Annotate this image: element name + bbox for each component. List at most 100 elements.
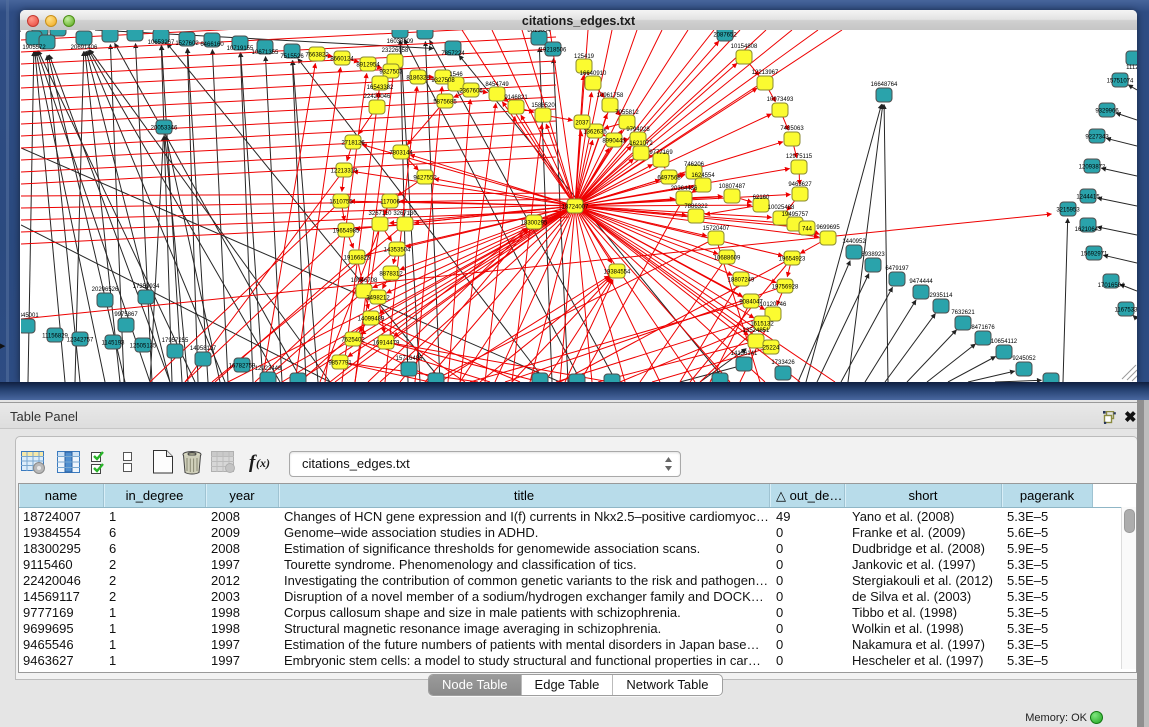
svg-text:15692971: 15692971 <box>1081 252 1108 258</box>
svg-text:12342757: 12342757 <box>67 338 94 344</box>
svg-text:19218506: 19218506 <box>540 48 567 54</box>
svg-text:16782759: 16782759 <box>229 364 256 370</box>
svg-text:1167533: 1167533 <box>1115 308 1137 314</box>
svg-text:746206: 746206 <box>684 162 705 168</box>
svg-text:23226058: 23226058 <box>382 48 409 54</box>
svg-text:10154808: 10154808 <box>731 44 758 50</box>
svg-text:8454749: 8454749 <box>485 82 509 88</box>
svg-text:16648764: 16648764 <box>871 82 898 88</box>
svg-text:16543382: 16543382 <box>367 85 394 91</box>
svg-text:1733426: 1733426 <box>771 360 795 366</box>
svg-text:1615132: 1615132 <box>750 322 774 328</box>
svg-text:8813054: 8813054 <box>527 30 551 34</box>
svg-text:17359934: 17359934 <box>133 284 160 290</box>
svg-text:15720407: 15720407 <box>703 226 730 232</box>
svg-text:11156829: 11156829 <box>42 334 68 340</box>
svg-text:1362635: 1362635 <box>583 130 607 136</box>
svg-text:9794028: 9794028 <box>626 127 650 133</box>
svg-text:9146821: 9146821 <box>504 95 528 101</box>
svg-text:10807487: 10807487 <box>719 184 746 190</box>
svg-text:2367606: 2367606 <box>459 89 483 95</box>
svg-text:11122: 11122 <box>1126 65 1137 71</box>
svg-text:16640910: 16640910 <box>580 71 607 77</box>
svg-text:9227343: 9227343 <box>1085 135 1109 141</box>
svg-text:2935114: 2935114 <box>930 293 954 299</box>
svg-text:7955812: 7955812 <box>615 110 639 116</box>
svg-text:12213319: 12213319 <box>331 169 358 175</box>
svg-text:20364436: 20364436 <box>671 186 698 192</box>
svg-text:18807249: 18807249 <box>728 278 755 284</box>
svg-text:7485063: 7485063 <box>780 126 804 132</box>
svg-text:8186328: 8186328 <box>406 76 430 82</box>
svg-text:1588520: 1588520 <box>531 103 555 109</box>
svg-text:1610755: 1610755 <box>329 200 353 206</box>
svg-text:7632621: 7632621 <box>951 310 975 316</box>
svg-text:9463627: 9463627 <box>788 182 812 188</box>
svg-text:19166825: 19166825 <box>344 256 371 262</box>
svg-text:9427552: 9427552 <box>413 176 437 182</box>
svg-text:9777169: 9777169 <box>649 150 673 156</box>
svg-text:1527602: 1527602 <box>175 41 199 47</box>
svg-text:18724007: 18724007 <box>562 205 589 211</box>
svg-text:10973493: 10973493 <box>767 97 794 103</box>
svg-text:8660124: 8660124 <box>330 57 354 63</box>
svg-text:20053346: 20053346 <box>151 126 178 132</box>
svg-text:12213967: 12213967 <box>752 70 779 76</box>
svg-text:5875685: 5875685 <box>433 100 457 106</box>
svg-text:2087652: 2087652 <box>713 33 737 39</box>
svg-text:14099489: 14099489 <box>358 317 385 323</box>
svg-text:7663822: 7663822 <box>305 53 329 59</box>
svg-text:(x): (x) <box>256 456 270 470</box>
svg-text:10120746: 10120746 <box>760 302 787 308</box>
svg-text:8878312: 8878312 <box>379 272 403 278</box>
svg-text:7625402: 7625402 <box>341 338 365 344</box>
svg-text:10046708: 10046708 <box>351 278 378 284</box>
svg-text:3267110: 3267110 <box>369 211 393 217</box>
svg-text:14958117: 14958117 <box>190 346 217 352</box>
svg-text:3498212: 3498212 <box>366 296 390 302</box>
svg-text:16210643: 16210643 <box>1075 227 1102 233</box>
svg-text:2718126: 2718126 <box>341 141 365 147</box>
svg-text:9327503: 9327503 <box>379 70 403 76</box>
svg-text:17016504: 17016504 <box>1098 283 1125 289</box>
svg-text:7803144: 7803144 <box>389 151 413 157</box>
svg-text:15751074: 15751074 <box>1107 79 1134 85</box>
svg-text:6497568: 6497568 <box>657 176 681 182</box>
svg-text:19495757: 19495757 <box>782 212 809 218</box>
svg-text:10671355: 10671355 <box>252 50 279 56</box>
svg-text:3267130: 3267130 <box>393 211 417 217</box>
svg-text:62160: 62160 <box>753 195 770 201</box>
svg-text:1621072: 1621072 <box>629 141 653 147</box>
svg-text:19654985: 19654985 <box>333 229 360 235</box>
svg-text:8912954: 8912954 <box>356 63 380 69</box>
svg-text:9327508: 9327508 <box>431 78 455 84</box>
svg-text:18300295: 18300295 <box>521 221 548 227</box>
svg-text:9329966: 9329966 <box>1095 109 1119 115</box>
svg-text:125419: 125419 <box>574 54 595 60</box>
svg-text:744: 744 <box>802 227 813 233</box>
svg-text:6466160: 6466160 <box>200 42 224 48</box>
svg-text:10961758: 10961758 <box>597 93 624 99</box>
svg-text:10025488: 10025488 <box>768 205 795 211</box>
svg-text:17957255: 17957255 <box>162 338 189 344</box>
svg-text:7886322: 7886322 <box>684 204 708 210</box>
svg-text:12975115: 12975115 <box>786 154 813 160</box>
svg-text:1624554: 1624554 <box>691 173 715 179</box>
svg-text:1845001: 1845001 <box>21 313 39 319</box>
svg-text:12093872: 12093872 <box>1079 165 1106 171</box>
svg-text:16033809: 16033809 <box>387 39 414 45</box>
svg-text:1440952: 1440952 <box>842 239 866 245</box>
svg-text:19384554: 19384554 <box>604 270 631 276</box>
svg-text:8471676: 8471676 <box>971 325 995 331</box>
svg-text:10719155: 10719155 <box>227 46 254 52</box>
svg-text:10688609: 10688609 <box>714 256 741 262</box>
svg-text:10653267: 10653267 <box>148 40 175 46</box>
svg-text:14136141: 14136141 <box>731 351 758 357</box>
svg-text:3215953: 3215953 <box>1056 208 1080 214</box>
svg-text:7857224: 7857224 <box>441 51 465 57</box>
svg-text:9699695: 9699695 <box>816 225 840 231</box>
svg-text:7515526: 7515526 <box>280 54 304 60</box>
svg-text:1145193: 1145193 <box>102 341 126 347</box>
svg-text:9975867: 9975867 <box>114 312 138 318</box>
svg-text:13524851: 13524851 <box>743 328 770 334</box>
